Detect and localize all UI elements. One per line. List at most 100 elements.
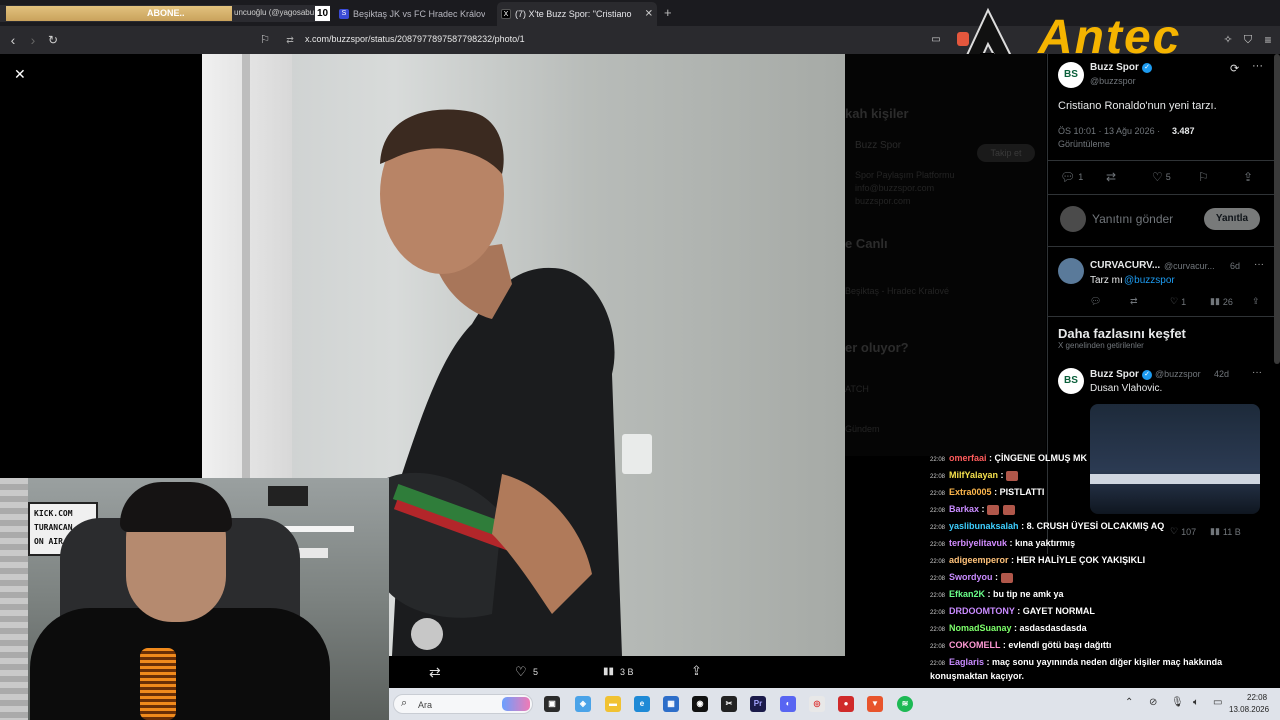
recorder-icon[interactable]: ● <box>838 696 854 712</box>
reply-author-handle[interactable]: @curvacur... <box>1164 261 1215 271</box>
battery-icon[interactable]: ▭ <box>1213 697 1222 708</box>
chat-username[interactable]: Eaglaris <box>949 657 984 667</box>
chat-username[interactable]: terbiyelitavuk <box>949 538 1007 548</box>
chat-username[interactable]: DRDOOMTONY <box>949 606 1015 616</box>
clock-date[interactable]: 13.08.2026 <box>1229 705 1269 714</box>
premiere-icon[interactable]: Pr <box>750 696 766 712</box>
reply-input[interactable]: Yanıtını gönder <box>1092 212 1173 226</box>
tab-x-post[interactable]: X (7) X'te Buzz Spor: "Cristiano Ron ✕ <box>497 2 657 26</box>
grok-icon[interactable]: ⟳ <box>1230 62 1239 75</box>
person-hair <box>120 482 232 532</box>
chat-username[interactable]: MilfYalayan <box>949 470 998 480</box>
chat-message: 22:08 yaslibunaksalah : 8. CRUSH ÜYESİ OL… <box>930 520 1275 534</box>
chat-timestamp: 22:08 <box>930 576 946 582</box>
chat-username[interactable]: Extra0005 <box>949 487 992 497</box>
chat-message: 22:08 Extra0005 : PISTLATTI <box>930 486 1275 500</box>
chat-text: evlendi götü başı dağıttı <box>1008 640 1112 650</box>
chat-username[interactable]: Barkax <box>949 504 979 514</box>
chat-username[interactable]: adigeemperor <box>949 555 1009 565</box>
author-handle[interactable]: @buzzspor <box>1090 76 1136 86</box>
reply-mention[interactable]: @buzzspor <box>1124 275 1175 286</box>
chrome-icon[interactable]: ◎ <box>809 696 825 712</box>
heart-icon: ♡ <box>1152 170 1163 184</box>
chat-username[interactable]: COKOMELL <box>949 640 1000 650</box>
panel-scrollbar[interactable] <box>1274 54 1280 364</box>
retweet-button[interactable]: ⇄ <box>1106 170 1116 184</box>
forward-icon[interactable]: › <box>25 32 41 48</box>
chat-username[interactable]: NomadSuanay <box>949 623 1012 633</box>
brave-icon[interactable]: ▼ <box>867 696 883 712</box>
capcut-icon[interactable]: ✂ <box>721 696 737 712</box>
chat-timestamp: 22:08 <box>930 661 946 667</box>
chat-separator: : <box>1018 521 1027 531</box>
chat-username[interactable]: omerfaai <box>949 453 987 463</box>
clock-time[interactable]: 22:08 <box>1247 693 1267 702</box>
volume-icon[interactable]: 🔈︎ <box>1193 697 1199 708</box>
tray-chevron-icon[interactable]: ⌃ <box>1125 697 1133 708</box>
chat-timestamp: 22:08 <box>930 457 946 463</box>
close-tab-icon[interactable]: ✕ <box>645 9 653 20</box>
reply-like-count: 1 <box>1181 296 1187 307</box>
chat-timestamp: 22:08 <box>930 644 946 650</box>
bookmark-button[interactable]: ⚐ <box>1198 170 1209 184</box>
sub-goal-bar <box>6 6 232 21</box>
microphone-icon[interactable]: 🎙︎ <box>1171 697 1184 708</box>
chat-separator: : <box>1011 623 1020 633</box>
more-options-icon[interactable]: ··· <box>1252 60 1263 72</box>
bookmark-icon[interactable]: ⚐ <box>257 32 273 48</box>
chat-username[interactable]: yaslibunaksalah <box>949 521 1019 531</box>
discover-author-name[interactable]: Buzz Spor <box>1090 369 1139 380</box>
reply-like-button[interactable]: ♡ 1 <box>1170 296 1186 307</box>
reply-share-button[interactable]: ⇪ <box>1252 296 1260 307</box>
site-info-icon[interactable]: ⇄ <box>282 32 298 48</box>
back-icon[interactable]: ‹ <box>5 32 21 48</box>
task-view-icon[interactable]: ▣ <box>544 696 560 712</box>
like-button[interactable]: ♡ 5 <box>1152 170 1171 184</box>
store-icon[interactable]: ▦ <box>663 696 679 712</box>
share-icon[interactable]: ⇪ <box>691 663 702 679</box>
new-tab-icon[interactable]: + <box>664 5 672 20</box>
tab-besiktas[interactable]: S Beşiktaş JK vs FC Hradec Králové live <box>335 4 485 23</box>
chat-message: 22:08 Swordyou : <box>930 571 1275 585</box>
cast-icon[interactable]: ▭ <box>928 32 944 48</box>
chat-username[interactable]: Efkan2K <box>949 589 985 599</box>
edge-icon[interactable]: e <box>634 696 650 712</box>
discover-more-icon[interactable]: ··· <box>1252 367 1262 378</box>
chat-username[interactable]: Swordyou <box>949 572 993 582</box>
taskbar-search[interactable]: ⌕ Ara <box>393 694 533 714</box>
reply-retweet-button[interactable]: ⇄ <box>1130 296 1138 307</box>
bg-heading-1: kah kişiler <box>845 106 909 121</box>
heart-icon[interactable]: ♡ <box>515 664 527 680</box>
author-name[interactable]: Buzz Spor <box>1090 62 1139 73</box>
discover-author-avatar[interactable]: BS <box>1058 368 1084 394</box>
verified-badge-icon: ✓ <box>1142 370 1152 380</box>
copilot-icon[interactable]: ◈ <box>575 696 591 712</box>
reply-author-name[interactable]: CURVACURV... <box>1090 260 1160 271</box>
bg-row-a: ATCH <box>845 384 869 394</box>
share-button[interactable]: ⇪ <box>1243 170 1253 184</box>
steam-icon[interactable]: ◉ <box>692 696 708 712</box>
reload-icon[interactable]: ↻ <box>45 32 61 48</box>
chat-message: 22:08 Eaglaris : maç sonu yayınında neden… <box>930 656 1275 682</box>
reply-submit-button[interactable]: Yanıtla <box>1204 208 1260 230</box>
spotify-icon[interactable]: ≋ <box>897 696 913 712</box>
views-icon[interactable]: ▮▮ <box>603 666 614 677</box>
discord-icon[interactable]: ◐ <box>780 696 796 712</box>
reply-author-avatar[interactable] <box>1058 258 1084 284</box>
file-explorer-icon[interactable]: ▬ <box>605 696 621 712</box>
chat-text: 8. CRUSH ÜYESİ OLCAKMIŞ AQ <box>1026 521 1165 531</box>
microphone <box>140 648 176 720</box>
reply-button[interactable]: 💬︎ 1 <box>1060 170 1083 184</box>
reply-reply-button[interactable]: 💬︎ <box>1090 296 1101 307</box>
retweet-icon[interactable]: ⇄ <box>429 664 441 681</box>
close-icon[interactable]: ✕ <box>14 66 26 83</box>
network-off-icon[interactable]: ⊘ <box>1149 697 1157 708</box>
reply-more-icon[interactable]: ··· <box>1254 259 1264 270</box>
search-placeholder: Ara <box>418 700 433 710</box>
chat-timestamp: 22:08 <box>930 491 946 497</box>
url-field[interactable]: x.com/buzzspor/status/208797789758779823… <box>305 34 525 44</box>
author-avatar[interactable]: BS <box>1058 62 1084 88</box>
chat-emote-icon <box>987 504 1000 515</box>
reply-views-button[interactable]: ▮▮ 26 <box>1210 296 1233 307</box>
discover-author-handle[interactable]: @buzzspor <box>1155 369 1201 379</box>
